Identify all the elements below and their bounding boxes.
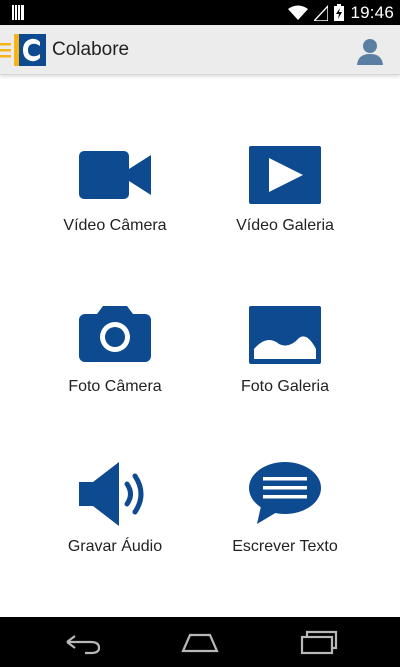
video-gallery-play-icon [249, 146, 321, 204]
photo-gallery-button[interactable]: Foto Galeria [185, 304, 385, 464]
notification-icon [12, 5, 24, 20]
photo-gallery-image-icon [249, 306, 321, 364]
profile-icon[interactable] [356, 37, 384, 65]
text-chat-bubble-icon [249, 462, 321, 524]
photo-camera-icon [79, 306, 151, 362]
wifi-icon [288, 5, 309, 20]
tile-label: Escrever Texto [232, 538, 338, 555]
menu-icon[interactable] [0, 42, 12, 58]
recent-apps-icon[interactable] [298, 629, 338, 655]
back-icon[interactable] [63, 629, 103, 655]
tile-label: Foto Galeria [240, 378, 330, 395]
battery-charging-icon [334, 4, 345, 21]
status-time: 19:46 [350, 2, 394, 22]
write-text-button[interactable]: Escrever Texto [185, 462, 385, 622]
video-camera-icon [79, 151, 151, 199]
app-title: Colabore [52, 39, 130, 60]
video-gallery-button[interactable]: Vídeo Galeria [185, 143, 385, 303]
cellular-signal-icon [314, 4, 329, 21]
tile-label: Vídeo Galeria [236, 217, 334, 234]
audio-speaker-icon [79, 462, 144, 526]
home-icon[interactable] [180, 629, 220, 655]
action-grid: Vídeo Câmera Vídeo Galeria Foto Câmera F… [0, 76, 400, 616]
status-bar: 19:46 [0, 0, 400, 25]
colabore-logo-icon[interactable] [14, 34, 46, 66]
app-bar: Colabore [0, 25, 400, 75]
navigation-bar [0, 617, 400, 667]
